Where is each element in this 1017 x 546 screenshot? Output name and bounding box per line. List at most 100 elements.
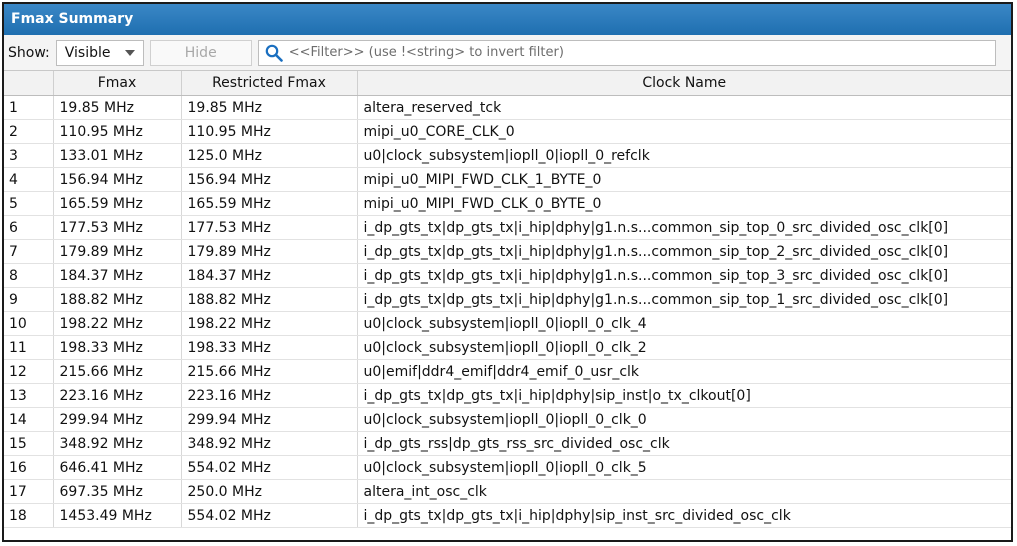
restricted-fmax-cell: 198.33 MHz — [181, 335, 358, 360]
table-row[interactable]: 12 215.66 MHz 215.66 MHz u0|emif|ddr4_emif|… — [4, 359, 1011, 384]
restricted-fmax-cell: 19.85 MHz — [181, 95, 358, 120]
table-row[interactable]: 10 198.22 MHz 198.22 MHz u0|clock_subsystem… — [4, 311, 1011, 336]
table-row[interactable]: 2 110.95 MHz 110.95 MHz mipi_u0_CORE_CLK_0 — [4, 119, 1011, 144]
row-index-cell: 8 — [4, 263, 54, 288]
column-header-clock-name[interactable]: Clock Name — [357, 71, 1011, 96]
fmax-cell: 223.16 MHz — [53, 383, 182, 408]
fmax-cell: 19.85 MHz — [53, 95, 182, 120]
row-index-cell: 14 — [4, 407, 54, 432]
row-index-cell: 6 — [4, 215, 54, 240]
row-index-cell: 17 — [4, 479, 54, 504]
fmax-cell: 348.92 MHz — [53, 431, 182, 456]
row-index-cell: 10 — [4, 311, 54, 336]
clock-name-cell: i_dp_gts_tx|dp_gts_tx|i_hip|dphy|g1.n.s.… — [357, 239, 1011, 264]
restricted-fmax-cell: 198.22 MHz — [181, 311, 358, 336]
table-row[interactable]: 15 348.92 MHz 348.92 MHz i_dp_gts_rss|dp_gt… — [4, 431, 1011, 456]
table-row[interactable]: 11 198.33 MHz 198.33 MHz u0|clock_subsystem… — [4, 335, 1011, 360]
row-index-cell: 13 — [4, 383, 54, 408]
filter-toolbar: Show: Visible Hide — [4, 35, 1011, 71]
restricted-fmax-cell: 554.02 MHz — [181, 455, 358, 480]
filter-box[interactable] — [257, 39, 996, 66]
row-index-cell: 5 — [4, 191, 54, 216]
restricted-fmax-cell: 165.59 MHz — [181, 191, 358, 216]
row-index-cell: 7 — [4, 239, 54, 264]
restricted-fmax-cell: 179.89 MHz — [181, 239, 358, 264]
table-row[interactable]: 9 188.82 MHz 188.82 MHz i_dp_gts_tx|dp_gts_… — [4, 287, 1011, 312]
fmax-cell: 215.66 MHz — [53, 359, 182, 384]
row-index-cell: 3 — [4, 143, 54, 168]
restricted-fmax-cell: 215.66 MHz — [181, 359, 358, 384]
table-row[interactable]: 7 179.89 MHz 179.89 MHz i_dp_gts_tx|dp_gts_… — [4, 239, 1011, 264]
row-index-cell: 11 — [4, 335, 54, 360]
table-row[interactable]: 18 1453.49 MHz 554.02 MHz i_dp_gts_tx|dp_gt… — [4, 503, 1011, 528]
clock-name-cell: mipi_u0_MIPI_FWD_CLK_1_BYTE_0 — [357, 167, 1011, 192]
restricted-fmax-cell: 184.37 MHz — [181, 263, 358, 288]
row-index-cell: 1 — [4, 95, 54, 120]
table-body: 1 19.85 MHz 19.85 MHz altera_reserved_tck 2 1… — [4, 95, 1011, 528]
column-header-fmax[interactable]: Fmax — [53, 71, 182, 96]
table-row[interactable]: 16 646.41 MHz 554.02 MHz u0|clock_subsystem… — [4, 455, 1011, 480]
clock-name-cell: i_dp_gts_tx|dp_gts_tx|i_hip|dphy|g1.n.s.… — [357, 287, 1011, 312]
hide-button[interactable]: Hide — [149, 39, 252, 66]
fmax-cell: 133.01 MHz — [53, 143, 182, 168]
restricted-fmax-cell: 554.02 MHz — [181, 503, 358, 528]
clock-name-cell: mipi_u0_CORE_CLK_0 — [357, 119, 1011, 144]
filter-input[interactable] — [288, 45, 979, 60]
fmax-cell: 177.53 MHz — [53, 215, 182, 240]
clock-name-cell: i_dp_gts_tx|dp_gts_tx|i_hip|dphy|sip_ins… — [357, 503, 1011, 528]
table-row[interactable]: 8 184.37 MHz 184.37 MHz i_dp_gts_tx|dp_gts_… — [4, 263, 1011, 288]
table-row[interactable]: 3 133.01 MHz 125.0 MHz u0|clock_subsystem|i… — [4, 143, 1011, 168]
fmax-cell: 299.94 MHz — [53, 407, 182, 432]
restricted-fmax-cell: 188.82 MHz — [181, 287, 358, 312]
table-row[interactable]: 13 223.16 MHz 223.16 MHz i_dp_gts_tx|dp_gts… — [4, 383, 1011, 408]
row-index-cell: 9 — [4, 287, 54, 312]
clock-name-cell: mipi_u0_MIPI_FWD_CLK_0_BYTE_0 — [357, 191, 1011, 216]
table-row[interactable]: 14 299.94 MHz 299.94 MHz u0|clock_subsystem… — [4, 407, 1011, 432]
fmax-cell: 198.22 MHz — [53, 311, 182, 336]
clock-name-cell: i_dp_gts_tx|dp_gts_tx|i_hip|dphy|g1.n.s.… — [357, 263, 1011, 288]
fmax-cell: 1453.49 MHz — [53, 503, 182, 528]
restricted-fmax-cell: 156.94 MHz — [181, 167, 358, 192]
row-index-cell: 15 — [4, 431, 54, 456]
fmax-cell: 165.59 MHz — [53, 191, 182, 216]
fmax-summary-panel: Fmax Summary Show: Visible Hide Fmax — [2, 2, 1013, 542]
row-index-cell: 12 — [4, 359, 54, 384]
clock-name-cell: i_dp_gts_rss|dp_gts_rss_src_divided_osc_… — [357, 431, 1011, 456]
row-index-cell: 4 — [4, 167, 54, 192]
table-row[interactable]: 1 19.85 MHz 19.85 MHz altera_reserved_tck — [4, 95, 1011, 120]
restricted-fmax-cell: 348.92 MHz — [181, 431, 358, 456]
fmax-cell: 156.94 MHz — [53, 167, 182, 192]
fmax-cell: 697.35 MHz — [53, 479, 182, 504]
restricted-fmax-cell: 299.94 MHz — [181, 407, 358, 432]
restricted-fmax-cell: 177.53 MHz — [181, 215, 358, 240]
fmax-table: Fmax Restricted Fmax Clock Name 1 19.85 M… — [4, 71, 1011, 528]
clock-name-cell: u0|clock_subsystem|iopll_0|iopll_0_refcl… — [357, 143, 1011, 168]
table-row[interactable]: 5 165.59 MHz 165.59 MHz mipi_u0_MIPI_FWD_CL… — [4, 191, 1011, 216]
column-header-index[interactable] — [4, 71, 54, 96]
clock-name-cell: i_dp_gts_tx|dp_gts_tx|i_hip|dphy|sip_ins… — [357, 383, 1011, 408]
clock-name-cell: u0|clock_subsystem|iopll_0|iopll_0_clk_4 — [357, 311, 1011, 336]
show-dropdown-value: Visible — [64, 44, 111, 61]
fmax-cell: 188.82 MHz — [53, 287, 182, 312]
clock-name-cell: i_dp_gts_tx|dp_gts_tx|i_hip|dphy|g1.n.s.… — [357, 215, 1011, 240]
restricted-fmax-cell: 250.0 MHz — [181, 479, 358, 504]
show-label: Show: — [8, 44, 50, 61]
show-dropdown[interactable]: Visible — [55, 39, 144, 66]
restricted-fmax-cell: 125.0 MHz — [181, 143, 358, 168]
table-row[interactable]: 4 156.94 MHz 156.94 MHz mipi_u0_MIPI_FWD_CL… — [4, 167, 1011, 192]
fmax-cell: 184.37 MHz — [53, 263, 182, 288]
search-icon — [265, 44, 283, 62]
fmax-cell: 646.41 MHz — [53, 455, 182, 480]
fmax-cell: 179.89 MHz — [53, 239, 182, 264]
column-header-restricted-fmax[interactable]: Restricted Fmax — [181, 71, 358, 96]
row-index-cell: 2 — [4, 119, 54, 144]
row-index-cell: 18 — [4, 503, 54, 528]
restricted-fmax-cell: 223.16 MHz — [181, 383, 358, 408]
clock-name-cell: altera_int_osc_clk — [357, 479, 1011, 504]
clock-name-cell: u0|clock_subsystem|iopll_0|iopll_0_clk_0 — [357, 407, 1011, 432]
table-row[interactable]: 6 177.53 MHz 177.53 MHz i_dp_gts_tx|dp_gts_… — [4, 215, 1011, 240]
table-row[interactable]: 17 697.35 MHz 250.0 MHz altera_int_osc_clk — [4, 479, 1011, 504]
restricted-fmax-cell: 110.95 MHz — [181, 119, 358, 144]
fmax-cell: 110.95 MHz — [53, 119, 182, 144]
clock-name-cell: u0|clock_subsystem|iopll_0|iopll_0_clk_2 — [357, 335, 1011, 360]
